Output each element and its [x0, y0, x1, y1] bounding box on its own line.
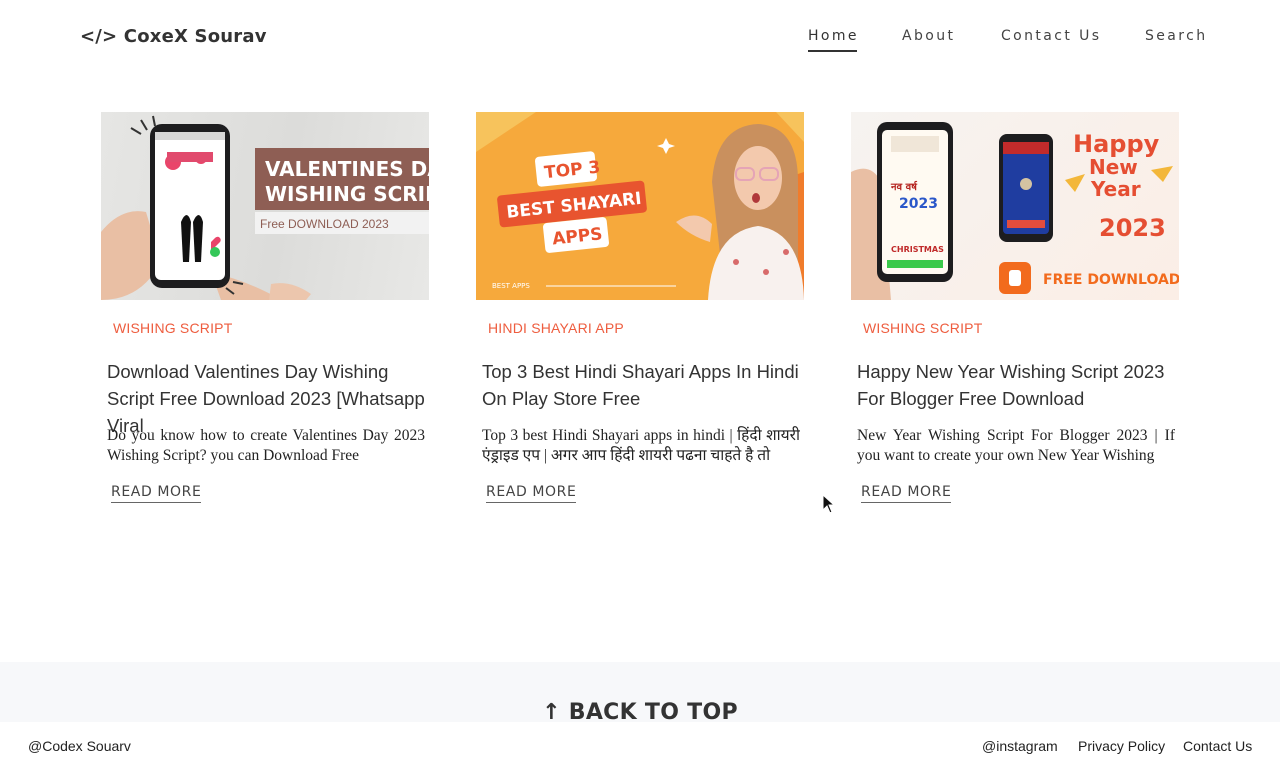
svg-text:FREE DOWNLOAD: FREE DOWNLOAD [1043, 272, 1179, 288]
read-more-link[interactable]: READ MORE [486, 484, 577, 503]
svg-text:CHRISTMAS: CHRISTMAS [891, 245, 944, 254]
main-nav: Home About Contact Us Search [0, 28, 1280, 58]
new-year-thumbnail-art: नव वर्ष 2023 CHRISTMAS Happy New Year 20… [851, 122, 1179, 300]
footer-link-instagram[interactable]: @instagram [982, 738, 1058, 754]
read-more-link[interactable]: READ MORE [861, 484, 952, 503]
svg-text:BEST APPS: BEST APPS [492, 282, 530, 290]
post-excerpt: Top 3 best Hindi Shayari apps in hindi |… [482, 427, 800, 464]
post-excerpt: New Year Wishing Script For Blogger 2023… [857, 427, 1175, 464]
post-category[interactable]: HINDI SHAYARI APP [488, 320, 624, 336]
svg-text:WISHING SCRIPT: WISHING SCRIPT [265, 182, 429, 206]
post-thumbnail[interactable]: TOP 3 BEST SHAYARI APPS BEST APPS [476, 112, 804, 300]
svg-text:Happy: Happy [1073, 130, 1160, 158]
nav-about[interactable]: About [902, 28, 955, 52]
post-category[interactable]: WISHING SCRIPT [113, 320, 232, 336]
read-more-link[interactable]: READ MORE [111, 484, 202, 503]
post-excerpt: Do you know how to create Valentines Day… [107, 427, 425, 464]
post-card: नव वर्ष 2023 CHRISTMAS Happy New Year 20… [851, 112, 1179, 503]
nav-home[interactable]: Home [808, 28, 859, 52]
svg-text:Year: Year [1090, 177, 1141, 201]
footer-credit: @Codex Souarv [28, 738, 131, 754]
shayari-thumbnail-art: TOP 3 BEST SHAYARI APPS BEST APPS [476, 112, 804, 300]
footer-link-contact-us[interactable]: Contact Us [1183, 738, 1252, 754]
post-category[interactable]: WISHING SCRIPT [863, 320, 982, 336]
nav-contact-us[interactable]: Contact Us [1001, 28, 1101, 52]
svg-text:नव वर्ष: नव वर्ष [890, 180, 918, 193]
post-thumbnail[interactable]: नव वर्ष 2023 CHRISTMAS Happy New Year 20… [851, 112, 1179, 300]
post-title[interactable]: Happy New Year Wishing Script 2023 For B… [857, 358, 1175, 412]
svg-text:2023: 2023 [1099, 214, 1166, 242]
valentines-thumbnail-art: VALENTINES DAY WISHING SCRIPT Free DOWNL… [101, 115, 429, 300]
site-footer: @Codex Souarv @instagram Privacy Policy … [0, 722, 1280, 769]
post-card: VALENTINES DAY WISHING SCRIPT Free DOWNL… [101, 112, 429, 503]
mouse-cursor-icon [822, 494, 836, 514]
svg-text:2023: 2023 [899, 196, 938, 212]
post-card: TOP 3 BEST SHAYARI APPS BEST APPS HINDI … [476, 112, 804, 503]
svg-text:Free DOWNLOAD 2023: Free DOWNLOAD 2023 [260, 217, 389, 231]
footer-link-privacy-policy[interactable]: Privacy Policy [1078, 738, 1165, 754]
post-thumbnail[interactable]: VALENTINES DAY WISHING SCRIPT Free DOWNL… [101, 112, 429, 300]
svg-text:VALENTINES DAY: VALENTINES DAY [265, 157, 429, 181]
site-header: </> CoxeX Sourav Home About Contact Us S… [0, 0, 1280, 76]
nav-search[interactable]: Search [1145, 28, 1208, 52]
svg-text:New: New [1089, 155, 1138, 179]
post-title[interactable]: Top 3 Best Hindi Shayari Apps In Hindi O… [482, 358, 800, 412]
